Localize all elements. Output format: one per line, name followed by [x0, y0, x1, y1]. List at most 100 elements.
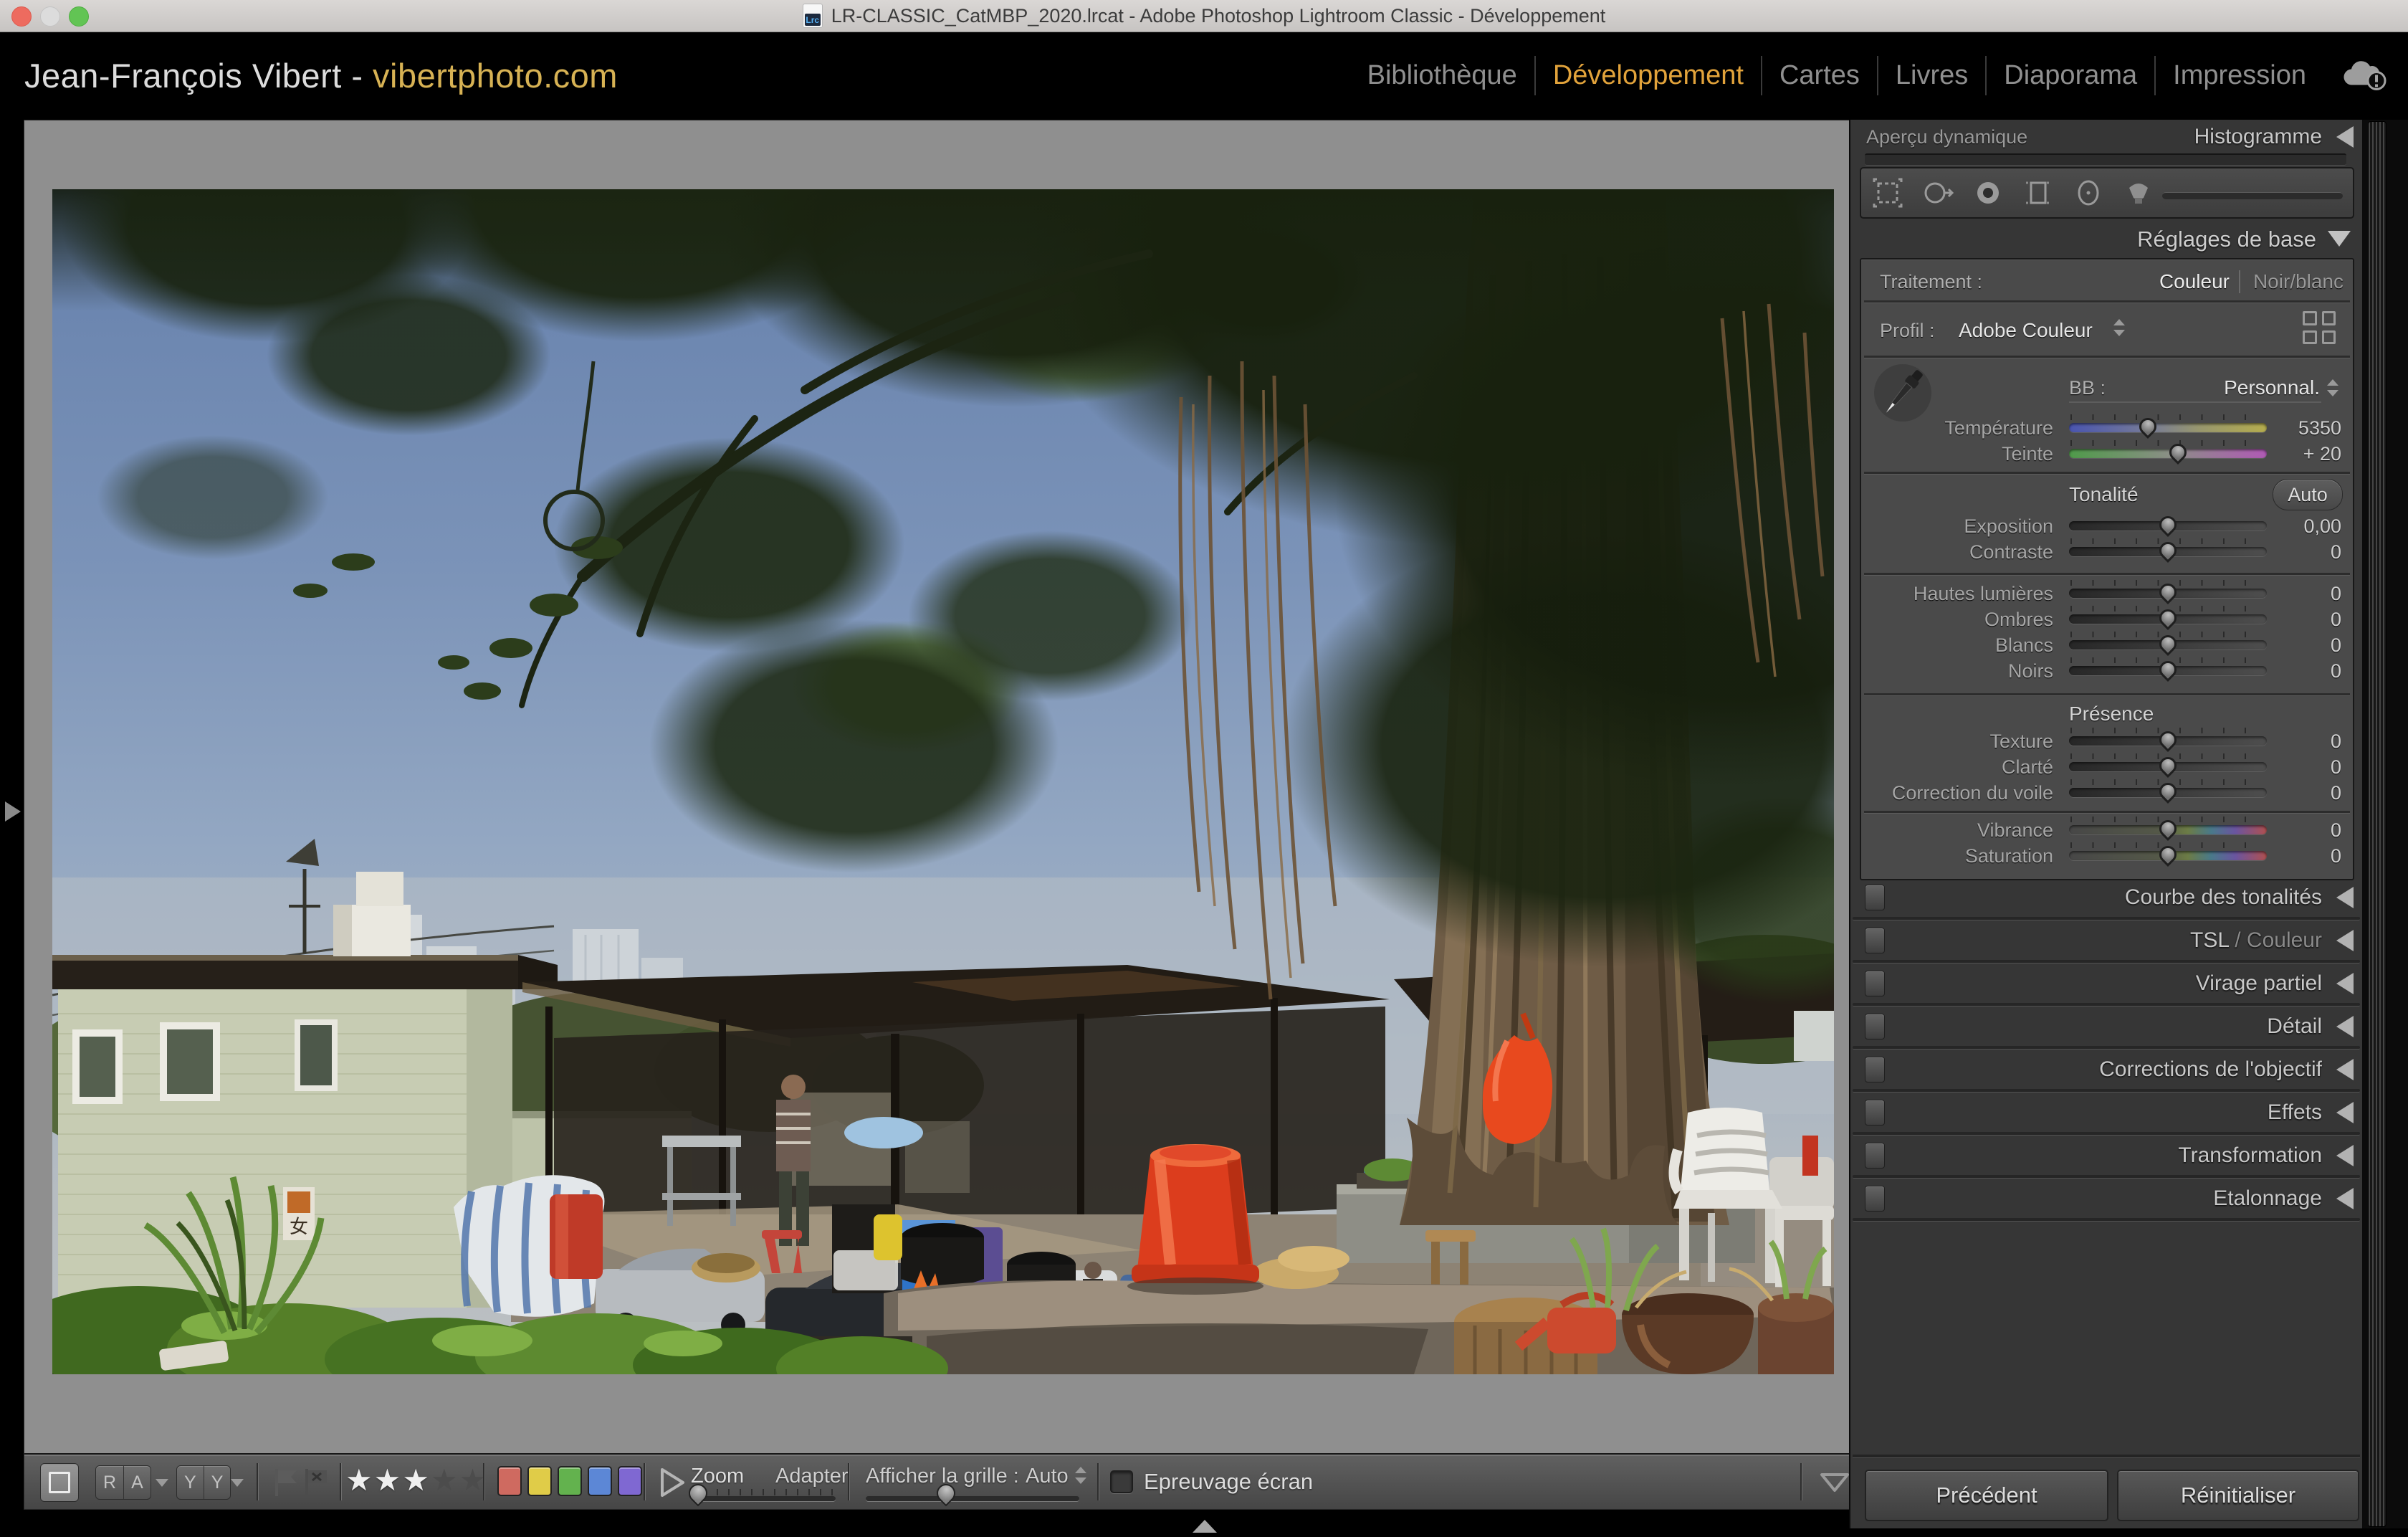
reset-button[interactable]: Réinitialiser: [2117, 1470, 2359, 1521]
grid-size-slider[interactable]: [866, 1490, 1079, 1505]
panel-enable-toggle[interactable]: [1865, 1186, 1885, 1212]
histogram-panel-header[interactable]: Aperçu dynamique Histogramme: [1850, 122, 2362, 152]
star-icon[interactable]: ★: [345, 1465, 373, 1496]
star-icon[interactable]: ★: [402, 1465, 429, 1496]
reject-flag-icon[interactable]: [302, 1467, 328, 1501]
basic-panel-header[interactable]: Réglages de base: [1850, 224, 2362, 255]
module-tab[interactable]: Impression: [2154, 56, 2323, 95]
panel-header-row[interactable]: Courbe des tonalités: [1850, 881, 2362, 914]
loupe-view-button[interactable]: [40, 1463, 79, 1502]
left-panel-reveal-arrow[interactable]: [5, 801, 21, 822]
slider[interactable]: [2069, 541, 2267, 561]
wb-stepper-icon[interactable]: [2326, 379, 2338, 397]
photo-canvas[interactable]: 女: [52, 189, 1834, 1374]
panel-groove: [1850, 1129, 2362, 1139]
slider[interactable]: [2069, 660, 2267, 680]
slider-value: 0: [2255, 782, 2341, 804]
wb-preset-value[interactable]: Personnal.: [2224, 376, 2320, 399]
radial-filter-icon[interactable]: [2072, 176, 2105, 209]
slider[interactable]: [2069, 819, 2267, 839]
collapse-left-icon: [2336, 1145, 2354, 1166]
play-slideshow-icon[interactable]: [658, 1466, 687, 1503]
slider[interactable]: [2069, 417, 2267, 437]
soft-proof-label[interactable]: Epreuvage écran: [1144, 1469, 1313, 1495]
color-label-chip[interactable]: [527, 1466, 552, 1496]
previous-button[interactable]: Précédent: [1865, 1470, 2108, 1521]
close-window-button[interactable]: [11, 6, 32, 27]
slider-label: Noirs: [1861, 660, 2053, 682]
slider[interactable]: [2069, 583, 2267, 603]
slider-track[interactable]: [2069, 449, 2267, 458]
fit-label[interactable]: Adapter: [775, 1465, 849, 1488]
grid-mode-stepper-icon[interactable]: [1074, 1466, 1086, 1485]
panel-header-row[interactable]: Effets: [1850, 1096, 2362, 1129]
panel-header-row[interactable]: TSL / Couleur: [1850, 924, 2362, 957]
panel-header-row[interactable]: Virage partiel: [1850, 967, 2362, 1000]
before-after-tb-dropdown[interactable]: [231, 1479, 244, 1487]
slider[interactable]: [2069, 634, 2267, 655]
module-tab[interactable]: Bibliothèque: [1350, 56, 1534, 95]
panel-header-row[interactable]: Transformation: [1850, 1139, 2362, 1172]
profile-value[interactable]: Adobe Couleur: [1959, 319, 2093, 342]
filmstrip-reveal-arrow[interactable]: [1193, 1520, 1217, 1533]
panel-header-row[interactable]: Corrections de l'objectif: [1850, 1053, 2362, 1086]
before-after-tb-button[interactable]: YY: [176, 1465, 231, 1500]
grid-overlay-value[interactable]: Auto: [1026, 1465, 1069, 1488]
panel-enable-toggle[interactable]: [1865, 928, 1885, 953]
treatment-bw-option[interactable]: Noir/blanc: [2239, 270, 2344, 293]
color-label-chip[interactable]: [588, 1466, 612, 1496]
zoom-slider[interactable]: [692, 1490, 836, 1505]
color-label-chip[interactable]: [618, 1466, 642, 1496]
color-label-chips[interactable]: [497, 1466, 642, 1496]
graduated-filter-icon[interactable]: [2022, 176, 2055, 209]
panel-header-row[interactable]: Détail: [1850, 1010, 2362, 1043]
panel-enable-toggle[interactable]: [1865, 1014, 1885, 1039]
star-icon[interactable]: ★: [431, 1465, 458, 1496]
slider-row: Contraste 0: [1861, 538, 2353, 564]
panel-enable-toggle[interactable]: [1865, 1057, 1885, 1082]
toolbar-options-dropdown-icon[interactable]: [1819, 1472, 1850, 1497]
color-label-chip[interactable]: [558, 1466, 582, 1496]
panel-enable-toggle[interactable]: [1865, 885, 1885, 910]
module-tab[interactable]: Livres: [1877, 56, 1985, 95]
panel-enable-toggle[interactable]: [1865, 1143, 1885, 1169]
treatment-color-option[interactable]: Couleur: [2159, 270, 2230, 293]
slider[interactable]: [2069, 845, 2267, 865]
star-icon[interactable]: ★: [459, 1465, 487, 1496]
slider[interactable]: [2069, 782, 2267, 802]
profile-browser-grid-icon[interactable]: [2303, 311, 2336, 344]
before-after-lr-dropdown[interactable]: [156, 1479, 168, 1487]
zoom-window-button[interactable]: [69, 6, 89, 27]
slider[interactable]: [2069, 731, 2267, 751]
soft-proof-checkbox[interactable]: [1110, 1470, 1133, 1493]
panel-header-row[interactable]: Etalonnage: [1850, 1182, 2362, 1215]
star-icon[interactable]: ★: [374, 1465, 401, 1496]
panel-groove: [1850, 957, 2362, 967]
module-tab[interactable]: Développement: [1534, 56, 1761, 95]
auto-tone-button[interactable]: Auto: [2273, 479, 2343, 510]
panel-enable-toggle[interactable]: [1865, 1100, 1885, 1126]
profile-stepper-icon[interactable]: [2112, 318, 2125, 337]
module-tab[interactable]: Cartes: [1761, 56, 1877, 95]
panel-scrollbar[interactable]: [2368, 121, 2386, 1527]
minimize-window-button[interactable]: [40, 6, 60, 27]
slider[interactable]: [2069, 515, 2267, 536]
before-after-lr-button[interactable]: RA: [95, 1465, 151, 1500]
module-tab[interactable]: Diaporama: [1985, 56, 2154, 95]
pick-flag-icon[interactable]: [272, 1467, 298, 1501]
slider[interactable]: [2069, 756, 2267, 776]
slider[interactable]: [2069, 609, 2267, 629]
red-eye-correction-icon[interactable]: [1972, 176, 2005, 209]
slider-track[interactable]: [2069, 423, 2267, 432]
slider[interactable]: [2069, 443, 2267, 463]
adjustment-brush-icon[interactable]: [2122, 176, 2155, 209]
sync-cloud-alert-icon[interactable]: [2342, 57, 2389, 94]
toolbar-divider: [257, 1463, 258, 1500]
spot-removal-icon[interactable]: [1921, 176, 1954, 209]
star-rating[interactable]: ★★★★★: [345, 1465, 486, 1496]
panel-enable-toggle[interactable]: [1865, 971, 1885, 996]
color-label-chip[interactable]: [497, 1466, 522, 1496]
crop-overlay-icon[interactable]: [1871, 176, 1904, 209]
slider-thumb[interactable]: [2156, 513, 2180, 537]
slider-value: 5350: [2255, 417, 2341, 439]
